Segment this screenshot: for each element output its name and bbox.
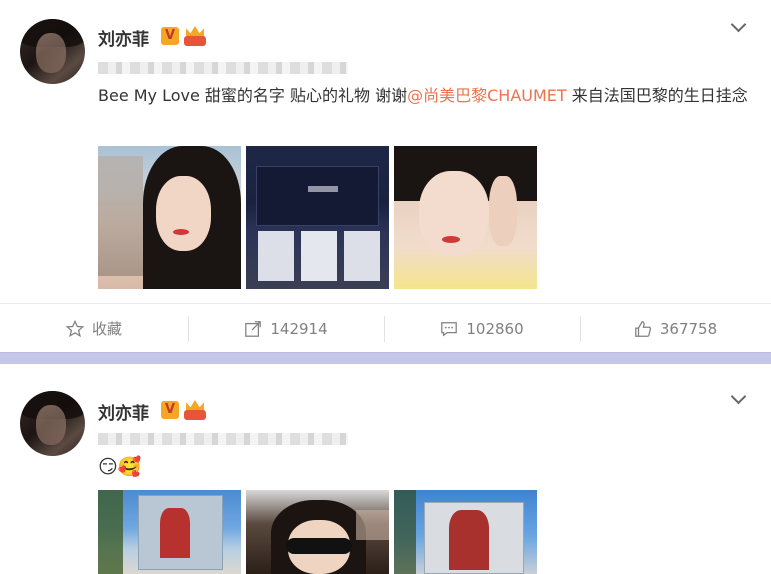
avatar[interactable] bbox=[20, 19, 85, 84]
repost-icon bbox=[245, 320, 262, 337]
vip-crown-icon bbox=[184, 26, 206, 46]
chevron-down-icon[interactable] bbox=[730, 18, 748, 36]
post-text-tail: 来自法国巴黎的生日挂念 bbox=[566, 86, 748, 105]
vip-crown-icon bbox=[184, 400, 206, 420]
repost-count: 142914 bbox=[270, 319, 328, 338]
post-image-3[interactable] bbox=[394, 146, 537, 289]
mention-link[interactable]: @尚美巴黎CHAUMET bbox=[407, 86, 567, 105]
username[interactable]: 刘亦菲 bbox=[98, 399, 149, 424]
favorite-button[interactable]: 收藏 bbox=[0, 304, 188, 353]
comment-icon bbox=[441, 321, 458, 337]
post-image-4[interactable] bbox=[98, 490, 241, 574]
post-meta-blurred bbox=[98, 62, 348, 74]
like-button[interactable]: 367758 bbox=[580, 304, 771, 353]
post-actions-bar: 收藏 142914 102860 367758 bbox=[0, 303, 771, 352]
post-text: Bee My Love 甜蜜的名字 贴心的礼物 谢谢@尚美巴黎CHAUMET 来… bbox=[98, 81, 748, 110]
comment-count: 102860 bbox=[466, 319, 524, 338]
weibo-post: 刘亦菲 V Bee My Love 甜蜜的名字 贴心的礼物 谢谢@尚美巴黎CHA… bbox=[0, 0, 771, 352]
post-text-body: Bee My Love 甜蜜的名字 贴心的礼物 谢谢 bbox=[98, 86, 408, 105]
favorite-label: 收藏 bbox=[91, 320, 122, 338]
repost-button[interactable]: 142914 bbox=[188, 304, 384, 353]
chevron-down-icon[interactable] bbox=[730, 390, 748, 408]
post-emoji-text: 😏🥰 bbox=[98, 456, 142, 478]
post-meta-blurred bbox=[98, 433, 348, 445]
post-image-1[interactable] bbox=[98, 146, 241, 289]
post-image-6[interactable] bbox=[394, 490, 537, 574]
thumbs-up-icon bbox=[635, 320, 651, 337]
comment-button[interactable]: 102860 bbox=[384, 304, 580, 353]
avatar[interactable] bbox=[20, 391, 85, 456]
verified-badge-icon: V bbox=[161, 27, 179, 45]
feed-separator bbox=[0, 352, 771, 364]
username[interactable]: 刘亦菲 bbox=[98, 25, 149, 50]
post-image-5[interactable] bbox=[246, 490, 389, 574]
post-image-2[interactable] bbox=[246, 146, 389, 289]
verified-badge-icon: V bbox=[161, 401, 179, 419]
star-icon bbox=[65, 319, 84, 337]
like-count: 367758 bbox=[659, 319, 718, 338]
